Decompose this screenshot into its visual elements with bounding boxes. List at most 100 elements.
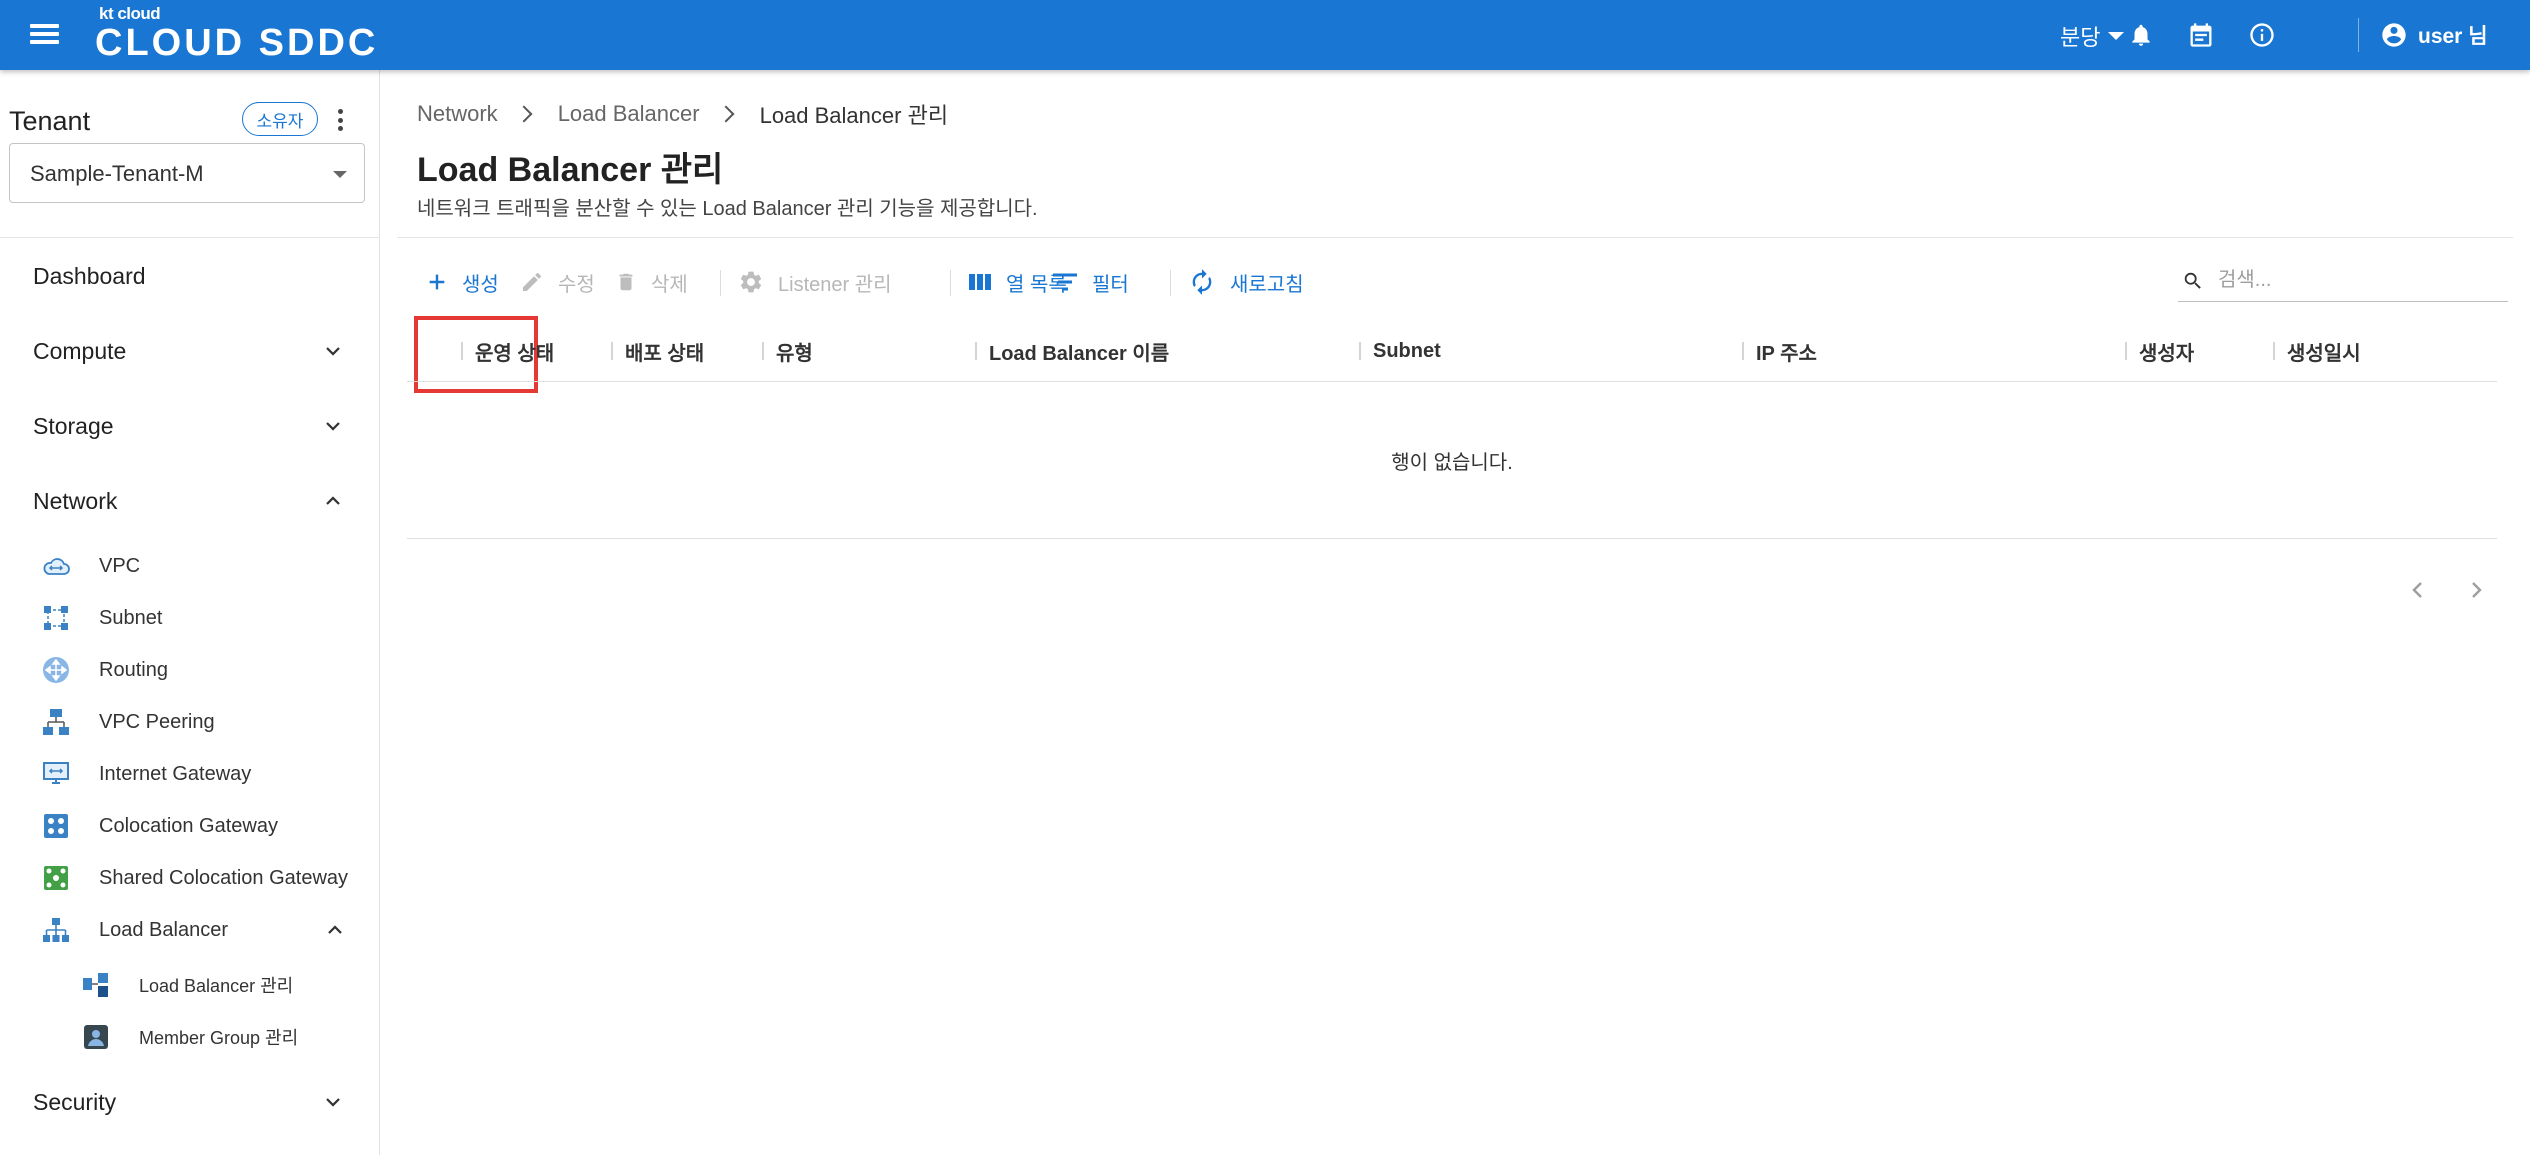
chevron-down-icon (326, 347, 340, 356)
top-app-bar: kt cloud CLOUD SDDC 분당 user 님 (0, 0, 2530, 70)
sidebar-item-shared-colocation-gateway[interactable]: Shared Colocation Gateway (41, 858, 351, 898)
sidebar-item-label: Member Group 관리 (139, 1028, 299, 1048)
sidebar-item-label: Security (33, 1088, 117, 1115)
gear-icon (740, 271, 762, 293)
create-button-label: 생성 (462, 273, 499, 296)
breadcrumb-item-network[interactable]: Network (417, 101, 498, 127)
column-header-ip-address[interactable]: IP 주소 (1742, 320, 1817, 382)
sidebar-item-label: Shared Colocation Gateway (99, 866, 349, 889)
shared-colocation-gateway-icon (41, 863, 71, 893)
sidebar-item-vpc[interactable]: VPC (41, 546, 351, 586)
chevron-right-icon (717, 105, 735, 123)
more-vert-icon[interactable] (334, 106, 346, 134)
search-input[interactable] (2218, 269, 2488, 292)
sidebar-item-label: Compute (33, 337, 127, 364)
empty-message: 행이 없습니다. (1391, 451, 1513, 474)
tenant-select-value: Sample-Tenant-M (30, 161, 204, 186)
chevron-down-icon (326, 1098, 340, 1107)
sidebar-item-colocation-gateway[interactable]: Colocation Gateway (41, 806, 351, 846)
chevron-down-icon (326, 422, 340, 431)
routing-icon (41, 655, 71, 685)
refresh-button-label: 새로고침 (1230, 273, 1304, 296)
edit-button-label: 수정 (558, 273, 595, 296)
column-header-operating-status[interactable]: 운영 상태 (460, 320, 554, 382)
tenant-label: Tenant (9, 106, 91, 136)
sidebar-item-label: Colocation Gateway (99, 814, 278, 837)
toolbar-divider (950, 270, 951, 296)
bell-icon[interactable] (2124, 18, 2158, 52)
column-header-creator[interactable]: 생성자 (2124, 320, 2194, 382)
page-description: 네트워크 트래픽을 분산할 수 있는 Load Balancer 관리 기능을 … (417, 198, 1038, 220)
chevron-left-icon[interactable] (2404, 576, 2432, 604)
sidebar-item-storage[interactable]: Storage (33, 404, 348, 448)
table-empty-row: 행이 없습니다. (407, 382, 2497, 539)
breadcrumb-item-load-balancer[interactable]: Load Balancer (558, 101, 700, 127)
colocation-gateway-icon (41, 811, 71, 841)
sidebar-item-member-group-manage[interactable]: Member Group 관리 (81, 1019, 341, 1055)
filter-button-label: 필터 (1092, 273, 1129, 296)
sidebar: Tenant 소유자 Sample-Tenant-M Dashboard Com… (0, 70, 380, 1155)
chevron-right-icon[interactable] (2462, 576, 2490, 604)
tenant-select[interactable]: Sample-Tenant-M (9, 143, 365, 203)
member-group-icon (81, 1022, 111, 1052)
user-menu[interactable]: user 님 (2380, 18, 2488, 52)
menu-icon[interactable] (30, 22, 59, 46)
search-field[interactable] (2178, 260, 2508, 302)
load-balancer-icon (41, 915, 71, 945)
calendar-icon[interactable] (2184, 18, 2218, 52)
toolbar-divider (1170, 270, 1171, 296)
edit-button[interactable]: 수정 (520, 262, 595, 302)
search-icon (2184, 272, 2201, 289)
page-title: Load Balancer 관리 (417, 151, 724, 189)
breadcrumb: Network Load Balancer Load Balancer 관리 (417, 98, 948, 130)
filter-list-icon (1053, 273, 1077, 291)
column-header-deploy-status[interactable]: 배포 상태 (610, 320, 704, 382)
listener-manage-button-label: Listener 관리 (778, 273, 892, 296)
sidebar-item-label: VPC Peering (99, 710, 215, 733)
refresh-button[interactable]: 새로고침 (1188, 262, 1304, 302)
create-button[interactable]: 생성 (426, 262, 499, 302)
sidebar-item-vpc-peering[interactable]: VPC Peering (41, 702, 351, 742)
header-divider (2358, 18, 2359, 52)
sidebar-item-dashboard[interactable]: Dashboard (33, 254, 348, 298)
sidebar-item-security[interactable]: Security (33, 1080, 348, 1124)
sidebar-item-label: Dashboard (33, 262, 146, 289)
sidebar-item-label: Subnet (99, 606, 163, 629)
sidebar-item-network[interactable]: Network (33, 479, 348, 523)
account-circle-icon (2382, 23, 2406, 47)
view-column-icon (969, 274, 991, 290)
pencil-icon (523, 272, 542, 291)
sidebar-item-subnet[interactable]: Subnet (41, 598, 351, 638)
column-header-type[interactable]: 유형 (762, 320, 813, 382)
sidebar-divider (0, 237, 379, 238)
info-icon[interactable] (2245, 18, 2279, 52)
vpc-peering-icon (41, 707, 71, 737)
logo-main-text: CLOUD SDDC (95, 22, 379, 64)
chevron-right-icon (515, 105, 533, 123)
plus-icon (429, 274, 445, 290)
filter-button[interactable]: 필터 (1052, 262, 1129, 302)
sidebar-item-load-balancer[interactable]: Load Balancer (41, 910, 351, 950)
trash-icon (619, 273, 633, 291)
toolbar: 생성 수정 삭제 Listener 관리 열 목록 필터 새로고침 (400, 250, 2510, 393)
column-header-subnet[interactable]: Subnet (1359, 320, 1441, 382)
column-header-load-balancer-name[interactable]: Load Balancer 이름 (974, 320, 1169, 382)
sidebar-item-label: Storage (33, 412, 114, 439)
owner-badge[interactable]: 소유자 (242, 102, 318, 136)
delete-button[interactable]: 삭제 (615, 262, 688, 302)
breadcrumb-item-current: Load Balancer 관리 (759, 103, 949, 128)
branch-selector[interactable]: 분당 (2060, 20, 2125, 52)
sidebar-item-load-balancer-manage[interactable]: Load Balancer 관리 (81, 967, 341, 1003)
sidebar-item-internet-gateway[interactable]: Internet Gateway (41, 754, 351, 794)
sidebar-item-routing[interactable]: Routing (41, 650, 351, 690)
sidebar-item-compute[interactable]: Compute (33, 329, 348, 373)
header-divider (397, 237, 2513, 238)
listener-manage-button[interactable]: Listener 관리 (738, 262, 892, 302)
refresh-icon (1192, 269, 1212, 295)
column-header-created-at[interactable]: 생성일시 (2273, 320, 2361, 382)
chevron-up-icon (326, 496, 340, 505)
sidebar-item-label: Routing (99, 658, 168, 681)
sidebar-item-label: Load Balancer 관리 (139, 976, 294, 996)
table-header: 운영 상태 배포 상태 유형 Load Balancer 이름 Subnet I… (407, 320, 2497, 382)
logo-small-text: kt cloud (99, 4, 161, 23)
